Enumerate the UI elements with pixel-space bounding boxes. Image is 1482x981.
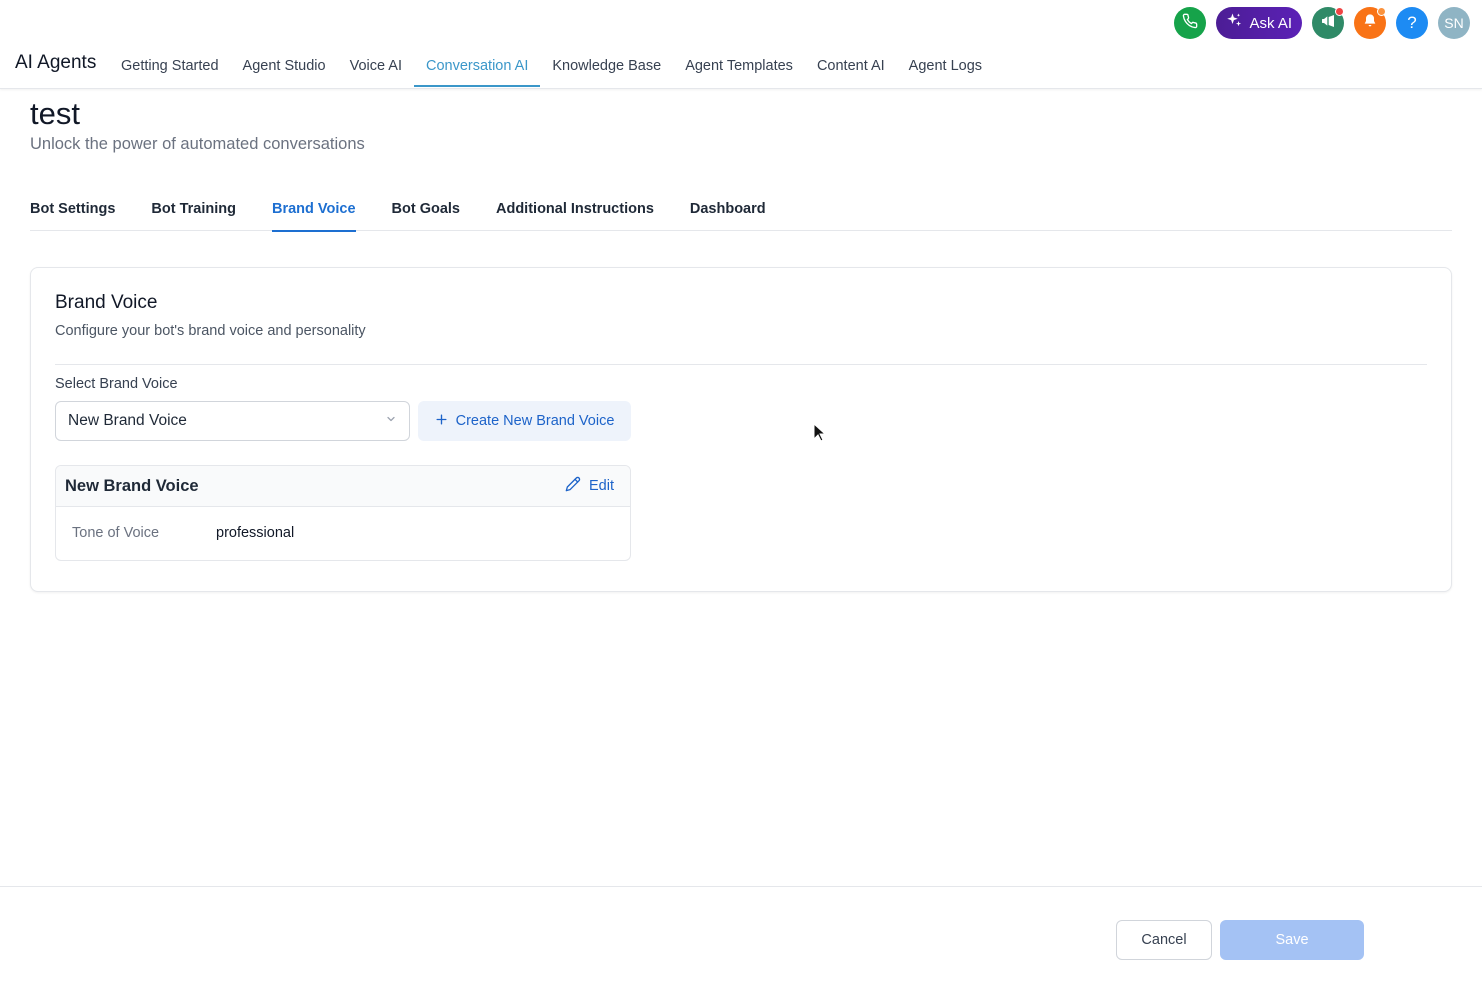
- announcement-badge: [1335, 7, 1344, 16]
- nav-knowledge-base[interactable]: Knowledge Base: [540, 44, 673, 87]
- tone-of-voice-label: Tone of Voice: [72, 525, 160, 541]
- select-brand-voice-label: Select Brand Voice: [55, 376, 178, 392]
- edit-brand-voice-button[interactable]: Edit: [565, 476, 614, 496]
- announcements-button[interactable]: [1312, 7, 1344, 39]
- tab-additional-instructions[interactable]: Additional Instructions: [496, 192, 654, 231]
- phone-icon: [1182, 13, 1198, 34]
- header-actions: Ask AI ? SN: [1174, 7, 1470, 39]
- bell-icon: [1362, 13, 1378, 34]
- main-nav: Getting Started Agent Studio Voice AI Co…: [109, 44, 994, 87]
- nav-agent-templates[interactable]: Agent Templates: [673, 44, 805, 87]
- card-title: Brand Voice: [55, 292, 158, 313]
- nav-getting-started[interactable]: Getting Started: [109, 44, 231, 87]
- help-button[interactable]: ?: [1396, 7, 1428, 39]
- nav-agent-studio[interactable]: Agent Studio: [231, 44, 338, 87]
- pencil-icon: [565, 476, 581, 496]
- page-title: test: [30, 96, 80, 131]
- brand-voice-detail: New Brand Voice Edit Tone of Voice profe…: [55, 465, 631, 561]
- tab-bot-training[interactable]: Bot Training: [151, 192, 236, 231]
- edit-label: Edit: [589, 478, 614, 494]
- tone-of-voice-value: professional: [216, 525, 295, 541]
- tab-dashboard[interactable]: Dashboard: [690, 192, 766, 231]
- footer-bar: Cancel Save: [0, 886, 1482, 981]
- tone-of-voice-row: Tone of Voice professional: [56, 507, 630, 559]
- sparkles-icon: [1225, 12, 1243, 34]
- avatar-initials: SN: [1444, 15, 1464, 31]
- tab-bot-goals[interactable]: Bot Goals: [392, 192, 460, 231]
- brand-voice-select-value: New Brand Voice: [68, 412, 187, 429]
- notification-badge: [1377, 7, 1386, 16]
- ask-ai-label: Ask AI: [1249, 14, 1292, 32]
- nav-conversation-ai[interactable]: Conversation AI: [413, 44, 541, 87]
- megaphone-icon: [1320, 13, 1336, 34]
- tab-brand-voice[interactable]: Brand Voice: [271, 192, 356, 232]
- help-icon: ?: [1407, 13, 1417, 32]
- user-avatar[interactable]: SN: [1438, 7, 1470, 39]
- brand-voice-select[interactable]: New Brand Voice: [55, 401, 410, 441]
- ask-ai-button[interactable]: Ask AI: [1216, 7, 1302, 39]
- brand-voice-detail-header: New Brand Voice Edit: [56, 466, 630, 507]
- notifications-button[interactable]: [1354, 7, 1386, 39]
- chevron-down-icon: [385, 412, 397, 430]
- card-divider: [55, 364, 1427, 365]
- top-navigation-bar: Ask AI ? SN AI Agents Getting Started Ag…: [0, 0, 1482, 89]
- card-subtitle: Configure your bot's brand voice and per…: [55, 323, 366, 339]
- app-title: AI Agents: [15, 52, 97, 73]
- brand-voice-name: New Brand Voice: [65, 476, 199, 495]
- cancel-button[interactable]: Cancel: [1116, 920, 1212, 960]
- create-new-brand-voice-button[interactable]: Create New Brand Voice: [418, 401, 631, 441]
- mouse-cursor-icon: [813, 422, 827, 448]
- nav-voice-ai[interactable]: Voice AI: [338, 44, 414, 87]
- tab-bot-settings[interactable]: Bot Settings: [30, 192, 115, 231]
- nav-agent-logs[interactable]: Agent Logs: [897, 44, 994, 87]
- nav-content-ai[interactable]: Content AI: [805, 44, 897, 87]
- page-subtitle: Unlock the power of automated conversati…: [30, 135, 365, 153]
- plus-icon: [435, 413, 448, 430]
- create-new-brand-voice-label: Create New Brand Voice: [455, 413, 615, 429]
- phone-button[interactable]: [1174, 7, 1207, 39]
- bot-tabs: Bot Settings Bot Training Brand Voice Bo…: [30, 192, 1452, 232]
- save-button[interactable]: Save: [1220, 920, 1364, 960]
- brand-voice-card: Brand Voice Configure your bot's brand v…: [30, 267, 1452, 592]
